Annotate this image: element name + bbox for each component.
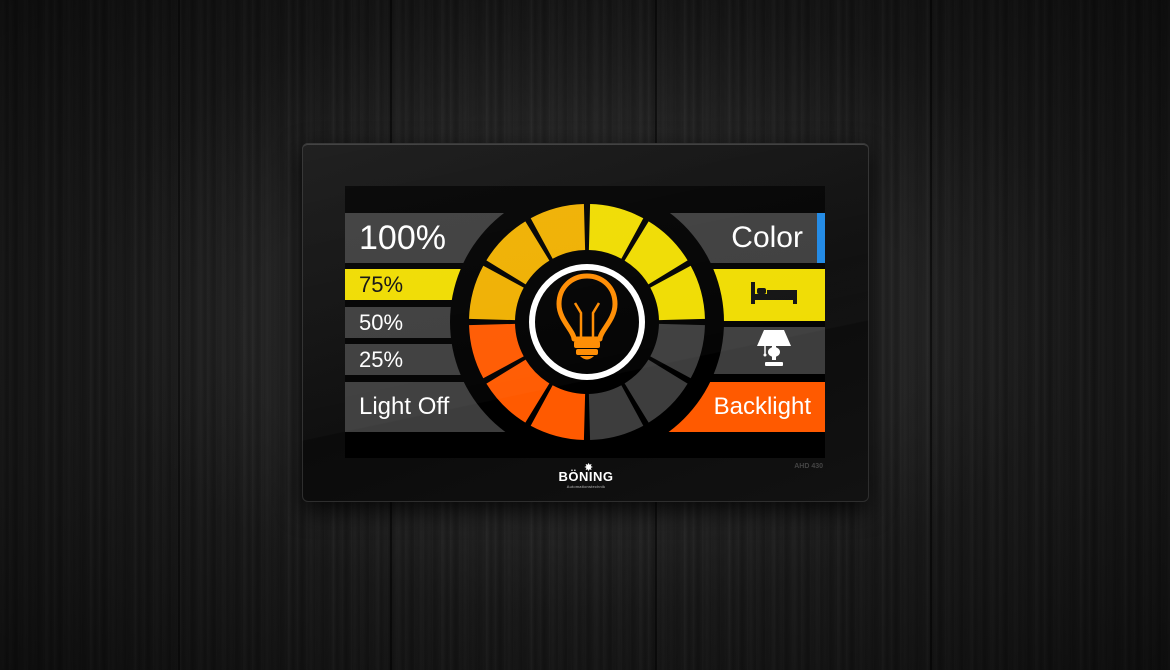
screen: 100% 75% 50% 25% Light Off Color Backlig… <box>345 186 825 458</box>
level-50-label: 50% <box>359 309 404 335</box>
level-25-label: 25% <box>359 346 404 372</box>
level-100-label: 100% <box>359 218 446 257</box>
touch-panel-device: 100% 75% 50% 25% Light Off Color Backlig… <box>302 143 869 502</box>
brand-logo: ✸ BÖNING Automationstechnik <box>556 462 616 493</box>
color-indicator <box>817 213 825 263</box>
color-label: Color <box>731 221 803 254</box>
backlight-label: Backlight <box>713 393 811 420</box>
model-label: AHD 430 <box>794 463 823 470</box>
brand-tagline: Automationstechnik <box>566 484 606 489</box>
dimmer-dial[interactable] <box>449 204 725 440</box>
dial-hub <box>525 260 649 384</box>
bed-icon <box>749 278 799 313</box>
level-75-label: 75% <box>359 271 404 297</box>
light-off-label: Light Off <box>359 393 450 420</box>
star-icon: ✸ <box>584 462 594 474</box>
table-lamp-icon <box>755 328 793 373</box>
